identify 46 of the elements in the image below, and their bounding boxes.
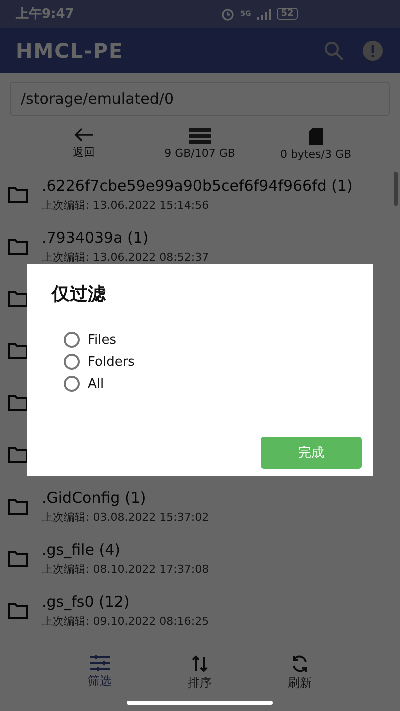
clock: 上午9:47 — [16, 6, 74, 23]
file-name[interactable]: .7934039a (1) — [42, 229, 210, 247]
file-name[interactable]: .gs_fs0 (12) — [42, 593, 210, 611]
done-button[interactable]: 完成 — [261, 437, 362, 469]
toolbar-button[interactable]: 返回 — [36, 128, 132, 166]
sliders-icon — [90, 655, 110, 671]
back-arrow-icon — [74, 128, 94, 142]
refresh-icon — [291, 655, 309, 673]
path-field[interactable]: /storage/emulated/0 — [10, 82, 390, 116]
radio-option[interactable]: All — [64, 376, 362, 392]
folder-icon — [8, 447, 28, 463]
file-name[interactable]: .6226f7cbe59e99a90b5cef6f94f966fd (1) — [42, 177, 353, 195]
nav-tab[interactable]: 筛选 — [60, 655, 140, 711]
folder-icon — [8, 551, 28, 567]
battery-level: 52 — [277, 8, 298, 20]
signal-icon — [257, 8, 272, 20]
folder-icon — [8, 603, 28, 619]
file-name[interactable]: .GidConfig (1) — [42, 489, 210, 507]
sd-card-icon — [309, 128, 323, 145]
modified-date: 上次编辑: 03.08.2022 15:37:02 — [42, 510, 210, 525]
storage-icon — [189, 128, 211, 144]
modified-date: 上次编辑: 13.06.2022 15:14:56 — [42, 198, 210, 213]
toolbar-button[interactable]: 9 GB/107 GB — [152, 128, 248, 166]
folder-icon — [8, 343, 28, 359]
radio-icon[interactable] — [64, 376, 80, 392]
nav-tab[interactable]: 刷新 — [260, 655, 340, 711]
modified-date: 上次编辑: 09.10.2022 08:16:25 — [42, 614, 210, 629]
folder-icon — [8, 499, 28, 515]
app-title: HMCL-PE — [16, 38, 125, 62]
radio-option[interactable]: Files — [64, 332, 362, 348]
modified-date: 上次编辑: 13.06.2022 08:52:37 — [42, 250, 210, 265]
radio-icon[interactable] — [64, 332, 80, 348]
alarm-icon — [220, 7, 235, 21]
radio-icon[interactable] — [64, 354, 80, 370]
file-name[interactable]: .gs_file (4) — [42, 541, 210, 559]
sort-icon — [192, 655, 208, 673]
modified-date: 上次编辑: 08.10.2022 17:37:08 — [42, 562, 210, 577]
toolbar-button[interactable]: 0 bytes/3 GB — [268, 128, 364, 166]
radio-option[interactable]: Folders — [64, 354, 362, 370]
dialog-title: 仅过滤 — [52, 283, 107, 306]
folder-icon — [8, 291, 28, 307]
scrollbar — [394, 172, 398, 206]
folder-icon — [8, 239, 28, 255]
folder-icon — [8, 395, 28, 411]
folder-icon — [8, 187, 28, 203]
nav-tab[interactable]: 排序 — [160, 655, 240, 711]
